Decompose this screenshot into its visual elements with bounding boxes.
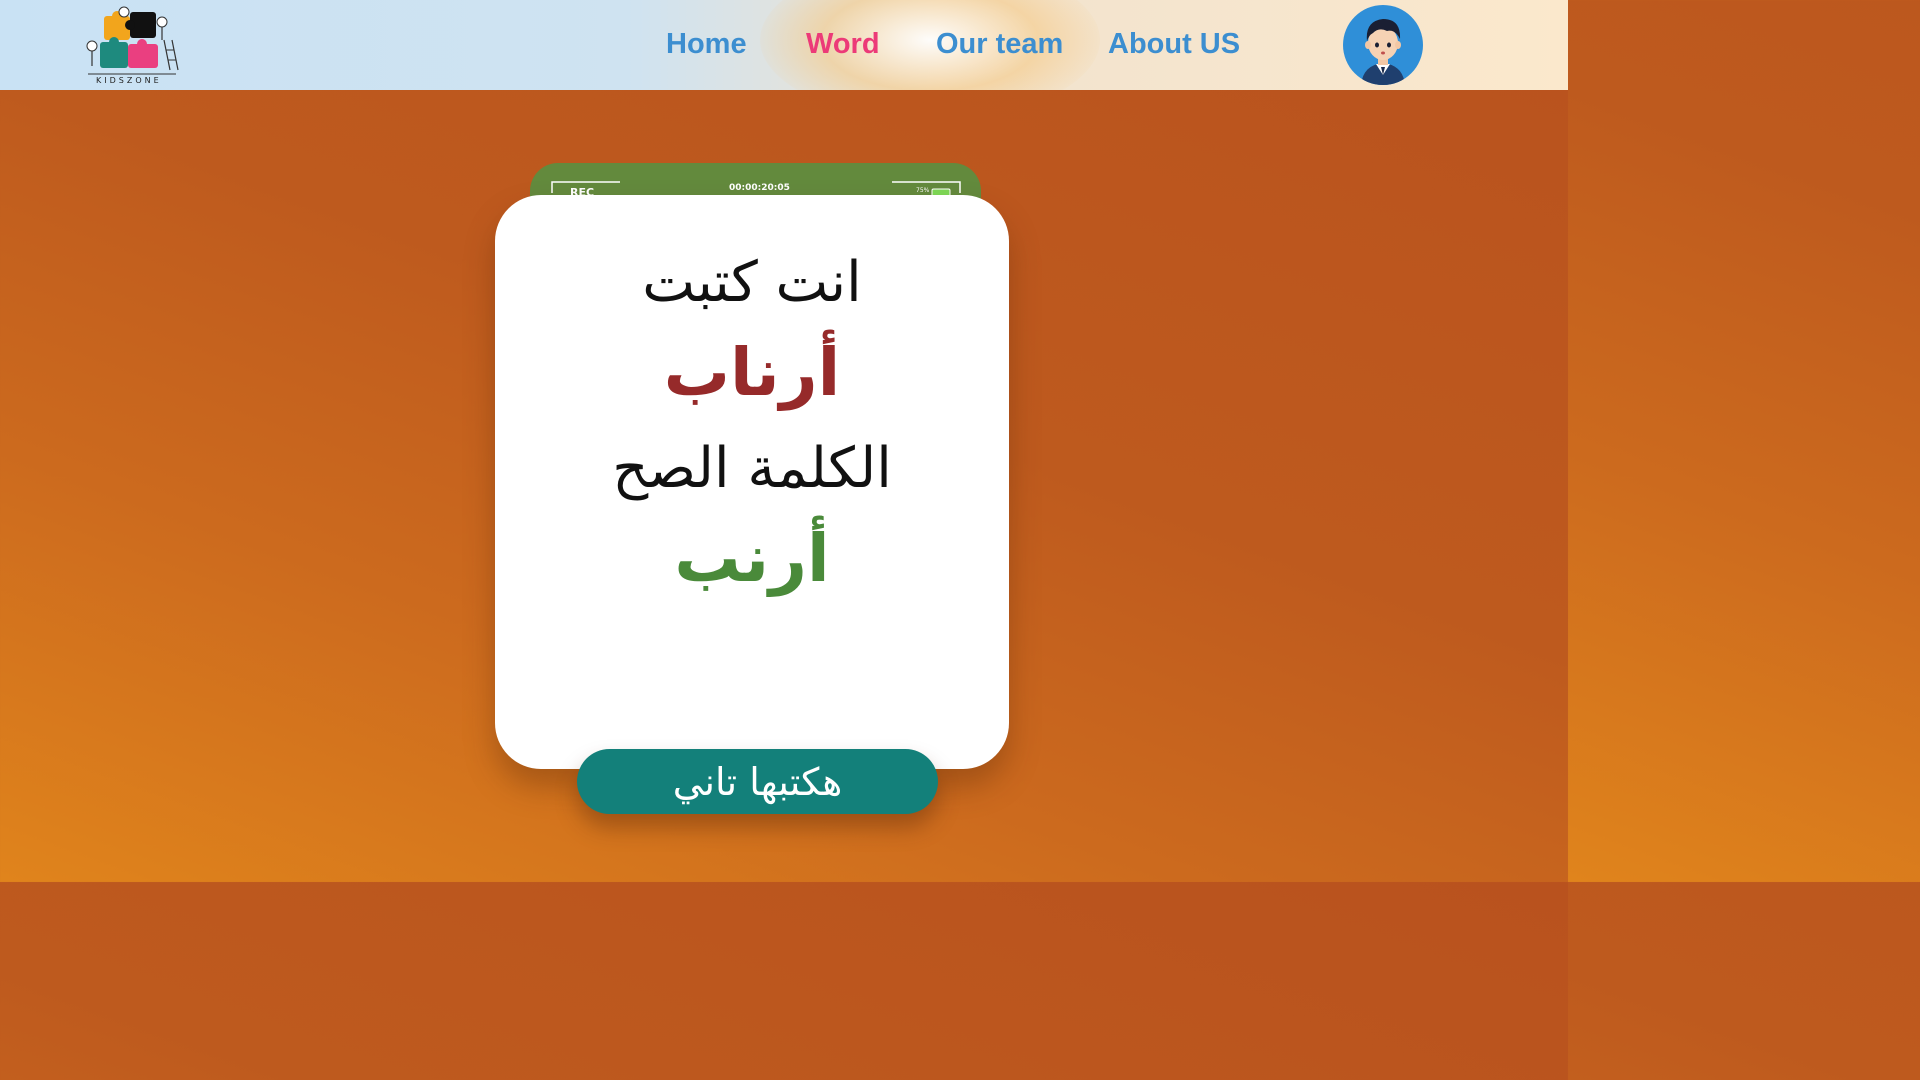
kidszone-logo[interactable]	[84, 6, 180, 86]
logo-text: KIDSZONE	[96, 76, 162, 85]
user-avatar[interactable]	[1343, 5, 1423, 85]
correct-word-label: الكلمة الصح	[612, 436, 892, 501]
correct-word: أرنب	[674, 520, 830, 597]
boy-avatar-icon	[1361, 19, 1405, 85]
write-again-button[interactable]: هكتبها تاني	[577, 749, 938, 814]
recording-timer: 00:00:20:05	[729, 183, 790, 193]
you-wrote-label: انت كتبت	[642, 250, 862, 315]
nav-word-link[interactable]: Word	[806, 28, 880, 61]
nav-about-us-link[interactable]: About US	[1108, 28, 1240, 61]
typed-word: أرناب	[663, 334, 841, 411]
top-navbar: KIDSZONE Home Word Our team About US	[0, 0, 1568, 90]
nav-home-link[interactable]: Home	[666, 28, 747, 61]
battery-level: 75%	[916, 187, 930, 194]
nav-our-team-link[interactable]: Our team	[936, 28, 1063, 61]
